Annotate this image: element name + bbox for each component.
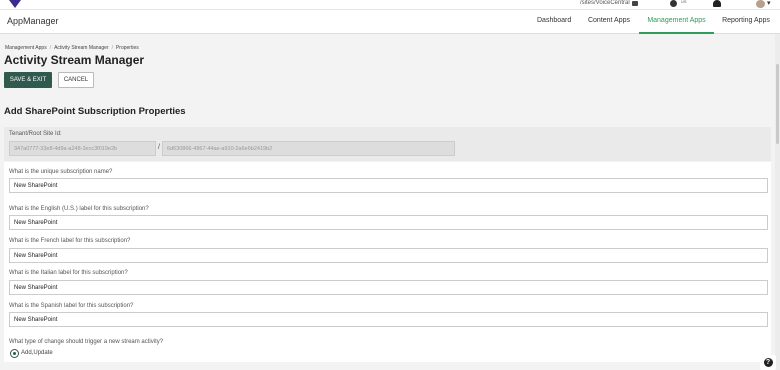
add-update-radio-label[interactable]: Add,Update <box>21 350 53 356</box>
breadcrumb-item-activity-stream-manager[interactable]: Activity Stream Manager <box>54 45 108 51</box>
help-icon: ? <box>763 358 773 367</box>
chevron-down-icon[interactable]: ▾ <box>767 0 771 7</box>
language-indicator[interactable]: US <box>681 0 687 4</box>
site-id-separator: / <box>158 144 160 151</box>
site-id-block: Tenant/Root Site Id: 347a0777-33e8-4d9a-… <box>4 127 771 161</box>
tab-management-apps[interactable]: Management Apps <box>639 17 714 34</box>
spanish-label-label: What is the Spanish label for this subsc… <box>9 303 134 309</box>
add-update-radio[interactable] <box>10 349 19 358</box>
tab-dashboard[interactable]: Dashboard <box>537 17 571 34</box>
logo-icon[interactable] <box>9 0 21 8</box>
english-label-label: What is the English (U.S.) label for thi… <box>9 206 149 212</box>
breadcrumb-item-properties: Properties <box>115 45 139 51</box>
save-exit-button[interactable]: SAVE & EXIT <box>4 72 52 88</box>
tab-reporting-apps[interactable]: Reporting Apps <box>722 17 770 34</box>
section-title: Add SharePoint Subscription Properties <box>4 106 186 117</box>
help-button[interactable]: ? <box>760 355 776 370</box>
breadcrumb: Management Apps / Activity Stream Manager /… <box>5 45 139 51</box>
avatar[interactable] <box>756 0 765 8</box>
italian-label-label: What is the Italian label for this subsc… <box>9 270 128 276</box>
french-label-label: What is the French label for this subscr… <box>9 238 131 244</box>
app-title[interactable]: AppManager <box>7 16 59 26</box>
site-id-label: Tenant/Root Site Id: <box>9 131 62 137</box>
printer-icon[interactable] <box>632 1 638 6</box>
site-path: /sites/VoiceCentral <box>580 0 630 6</box>
italian-label-input[interactable]: New SharePoint <box>9 280 768 295</box>
cancel-button[interactable]: CANCEL <box>58 72 94 88</box>
app-navbar: AppManager Dashboard Content Apps Manage… <box>0 10 780 34</box>
top-strip: /sites/VoiceCentral US ▾ <box>0 0 780 10</box>
trigger-type-label: What type of change should trigger a new… <box>9 339 164 345</box>
bell-icon[interactable] <box>713 0 721 7</box>
root-site-id-field: 6d630866-4867-44ae-a910-2a6e6b2419b2 <box>162 141 455 156</box>
scrollbar-thumb[interactable] <box>776 64 779 144</box>
subscription-name-label: What is the unique subscription name? <box>9 169 113 175</box>
french-label-input[interactable]: New SharePoint <box>9 248 768 263</box>
breadcrumb-separator: / <box>49 45 52 51</box>
spanish-label-input[interactable]: New SharePoint <box>9 312 768 327</box>
page-title: Activity Stream Manager <box>4 53 145 67</box>
tab-content-apps[interactable]: Content Apps <box>587 17 631 34</box>
breadcrumb-separator: / <box>111 45 113 51</box>
globe-icon[interactable] <box>670 0 677 7</box>
subscription-name-input[interactable]: New SharePoint <box>9 178 768 193</box>
tenant-id-field: 347a0777-33e8-4d9a-a248-3ecc3f019e2b <box>9 141 156 156</box>
page-scrollbar[interactable] <box>775 34 780 370</box>
english-label-input[interactable]: New SharePoint <box>9 215 768 230</box>
subscription-form: What is the unique subscription name? Ne… <box>4 162 771 362</box>
breadcrumb-item-management-apps[interactable]: Management Apps <box>5 45 47 51</box>
